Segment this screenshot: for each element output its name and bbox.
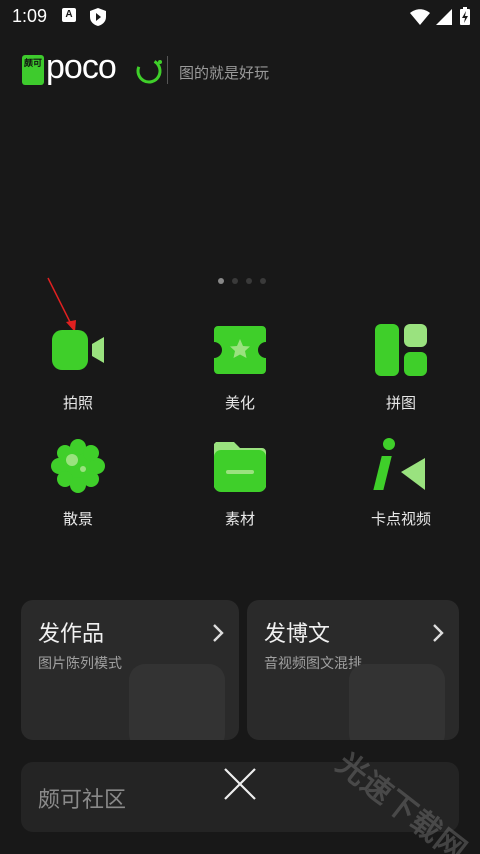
close-button[interactable]	[222, 766, 258, 802]
page-dot-active	[218, 278, 224, 284]
app-slogan: 图的就是好玩	[179, 64, 270, 82]
feature-label: 卡点视频	[370, 510, 431, 528]
app-logo: 颇可 poco	[22, 48, 162, 88]
post-works-card[interactable]: 发作品 图片陈列模式	[21, 600, 239, 740]
status-time: 1:09	[12, 6, 48, 26]
folder-icon	[212, 438, 268, 494]
close-icon	[224, 768, 256, 800]
feature-camera[interactable]: 拍照	[28, 322, 128, 413]
page-dot	[260, 278, 266, 284]
chevron-right-icon	[433, 624, 444, 642]
feature-collage[interactable]: 拼图	[351, 322, 451, 413]
feature-label: 拍照	[62, 394, 93, 412]
card-title: 发作品	[38, 622, 105, 647]
collage-grid-icon	[373, 322, 429, 378]
feature-label: 散景	[62, 510, 93, 528]
chevron-right-icon	[213, 624, 224, 642]
video-camera-icon	[50, 322, 106, 378]
feature-materials[interactable]: 素材	[190, 438, 290, 529]
community-title: 颇可社区	[38, 788, 127, 813]
ticket-star-icon	[212, 322, 268, 378]
card-title: 发博文	[264, 622, 331, 647]
card-decoration	[349, 664, 445, 740]
card-subtitle: 音视频图文混排	[264, 656, 362, 672]
accessibility-notification-icon: A	[62, 8, 76, 22]
feature-label: 美化	[224, 394, 255, 412]
feature-label: 拼图	[385, 394, 416, 412]
logo-ring-icon	[136, 58, 162, 84]
logo-badge: 颇可	[22, 55, 44, 85]
header-divider	[167, 56, 168, 84]
feature-beat-video[interactable]: 卡点视频	[351, 438, 451, 529]
card-subtitle: 图片陈列模式	[38, 656, 122, 672]
status-bar: 1:09 A	[0, 0, 480, 34]
beat-video-icon	[373, 438, 429, 494]
page-dot	[232, 278, 238, 284]
page-dot	[246, 278, 252, 284]
battery-charging-icon	[460, 7, 470, 29]
card-decoration	[129, 664, 225, 740]
bokeh-flower-icon	[50, 438, 106, 494]
logo-wordmark: poco	[46, 48, 117, 86]
feature-bokeh[interactable]: 散景	[28, 438, 128, 529]
feature-beautify[interactable]: 美化	[190, 322, 290, 413]
post-blog-card[interactable]: 发博文 音视频图文混排	[247, 600, 459, 740]
feature-label: 素材	[224, 510, 255, 528]
page-indicator	[218, 278, 266, 284]
signal-icon	[436, 9, 452, 29]
wifi-icon	[410, 9, 430, 29]
shield-play-icon	[90, 8, 106, 30]
